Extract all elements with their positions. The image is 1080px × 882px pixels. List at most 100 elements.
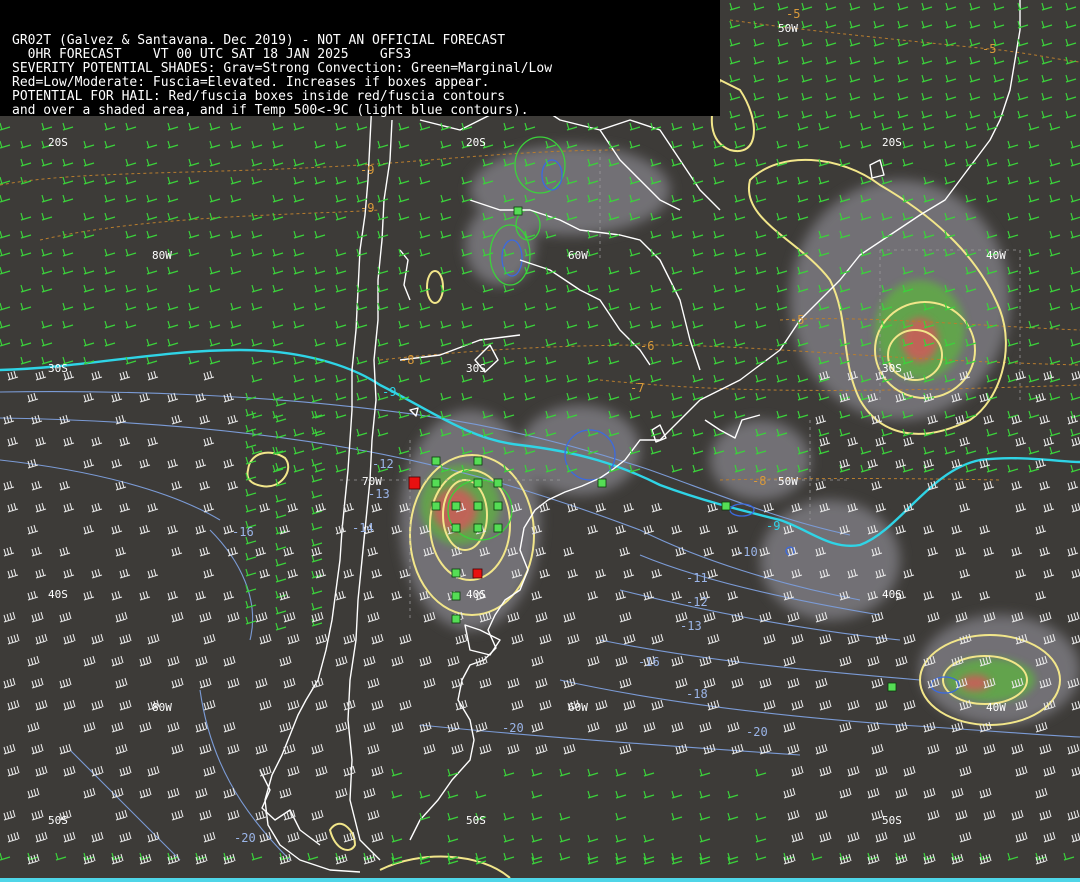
wind-barb <box>7 370 19 381</box>
wind-barb <box>729 20 741 29</box>
wind-barb <box>815 677 828 689</box>
wind-barb <box>440 266 452 275</box>
wind-barb <box>921 110 933 119</box>
wind-barb <box>367 809 380 821</box>
wind-barb <box>188 230 200 239</box>
wind-barb <box>272 356 284 365</box>
wind-barb <box>927 611 940 623</box>
wind-barb <box>63 502 75 513</box>
wind-barb <box>643 790 655 799</box>
wind-barb <box>545 302 557 311</box>
wind-barb <box>873 74 885 83</box>
wind-barb <box>119 436 131 447</box>
wind-barb <box>371 831 384 843</box>
wind-barb <box>311 490 323 499</box>
wind-barb <box>275 574 287 583</box>
wind-barb <box>873 20 885 29</box>
wind-barb <box>983 809 996 821</box>
wind-barb <box>734 266 746 275</box>
wind-barb <box>729 38 741 47</box>
wind-barb <box>35 633 48 645</box>
wind-barb <box>188 320 200 329</box>
wind-barb <box>335 266 347 275</box>
wind-barb <box>623 699 636 711</box>
wind-barb <box>440 158 452 167</box>
wind-barb <box>755 230 767 239</box>
wind-barb <box>125 248 137 257</box>
wind-barb <box>35 699 48 711</box>
wind-barb <box>195 655 208 667</box>
wind-barb <box>1070 392 1080 401</box>
wind-barb <box>251 230 263 239</box>
wind-barb <box>399 633 412 645</box>
wind-barb <box>3 809 16 821</box>
wind-barb <box>363 721 376 733</box>
wind-barb <box>311 611 324 623</box>
wind-barb <box>398 338 410 347</box>
wind-barb <box>692 302 704 311</box>
wind-barb <box>986 428 998 437</box>
wind-barb <box>818 122 830 131</box>
temp-label: -5 <box>790 313 804 327</box>
lat-label-20s: 20S <box>48 136 68 149</box>
wind-barb <box>167 787 180 799</box>
wind-barb <box>776 302 788 311</box>
wind-barb <box>797 122 809 131</box>
wind-barb <box>419 212 431 221</box>
wind-barb <box>343 765 356 777</box>
wind-barb <box>391 655 404 667</box>
wind-barb <box>287 765 300 777</box>
wind-barb <box>1070 464 1080 473</box>
wind-barb <box>755 302 767 311</box>
wind-barb <box>731 743 744 755</box>
wind-barb <box>104 122 116 131</box>
wind-barb <box>755 176 767 185</box>
wind-barb <box>692 374 704 383</box>
wind-barb <box>531 590 543 601</box>
wind-barb <box>335 590 347 601</box>
wind-barb <box>251 374 263 383</box>
wind-barb <box>1028 212 1040 221</box>
wind-barb <box>945 38 957 47</box>
wind-barb <box>119 568 131 579</box>
wind-barb <box>59 677 72 689</box>
wind-barb <box>293 248 305 257</box>
wind-barb <box>713 230 725 239</box>
wind-barb <box>945 92 957 101</box>
wind-barb <box>1043 502 1055 513</box>
wind-barb <box>31 414 43 425</box>
wind-barb <box>1011 809 1024 821</box>
wind-barb <box>692 140 704 149</box>
wind-barb <box>777 110 789 119</box>
wind-barb <box>1007 158 1019 167</box>
wind-barb <box>839 158 851 167</box>
wind-barb <box>713 176 725 185</box>
wind-barb <box>209 122 221 131</box>
wind-barb <box>27 721 40 733</box>
wind-barb <box>895 524 907 535</box>
wind-barb <box>195 392 207 403</box>
wind-barb <box>559 812 571 821</box>
wind-barb <box>203 370 215 381</box>
wind-barb <box>875 765 888 777</box>
wind-barb <box>650 302 662 311</box>
wind-barb <box>1065 2 1077 11</box>
wind-barb <box>1007 338 1019 347</box>
wind-barb <box>223 655 236 667</box>
wind-barb <box>671 428 683 437</box>
wind-barb <box>419 230 431 239</box>
wind-barb <box>755 320 767 329</box>
wind-barb <box>566 338 578 347</box>
wind-barb <box>1007 284 1019 293</box>
wind-barb <box>115 611 128 623</box>
wind-barb <box>895 721 908 733</box>
wind-barb <box>791 765 804 777</box>
wind-barb <box>629 122 641 131</box>
wind-barb <box>311 522 323 531</box>
wind-barb <box>119 765 132 777</box>
wind-barb <box>83 266 95 275</box>
lat-label-50s: 50S <box>466 814 486 827</box>
wind-barb <box>902 140 914 149</box>
wind-barb <box>104 140 116 149</box>
wind-barb <box>3 611 16 623</box>
